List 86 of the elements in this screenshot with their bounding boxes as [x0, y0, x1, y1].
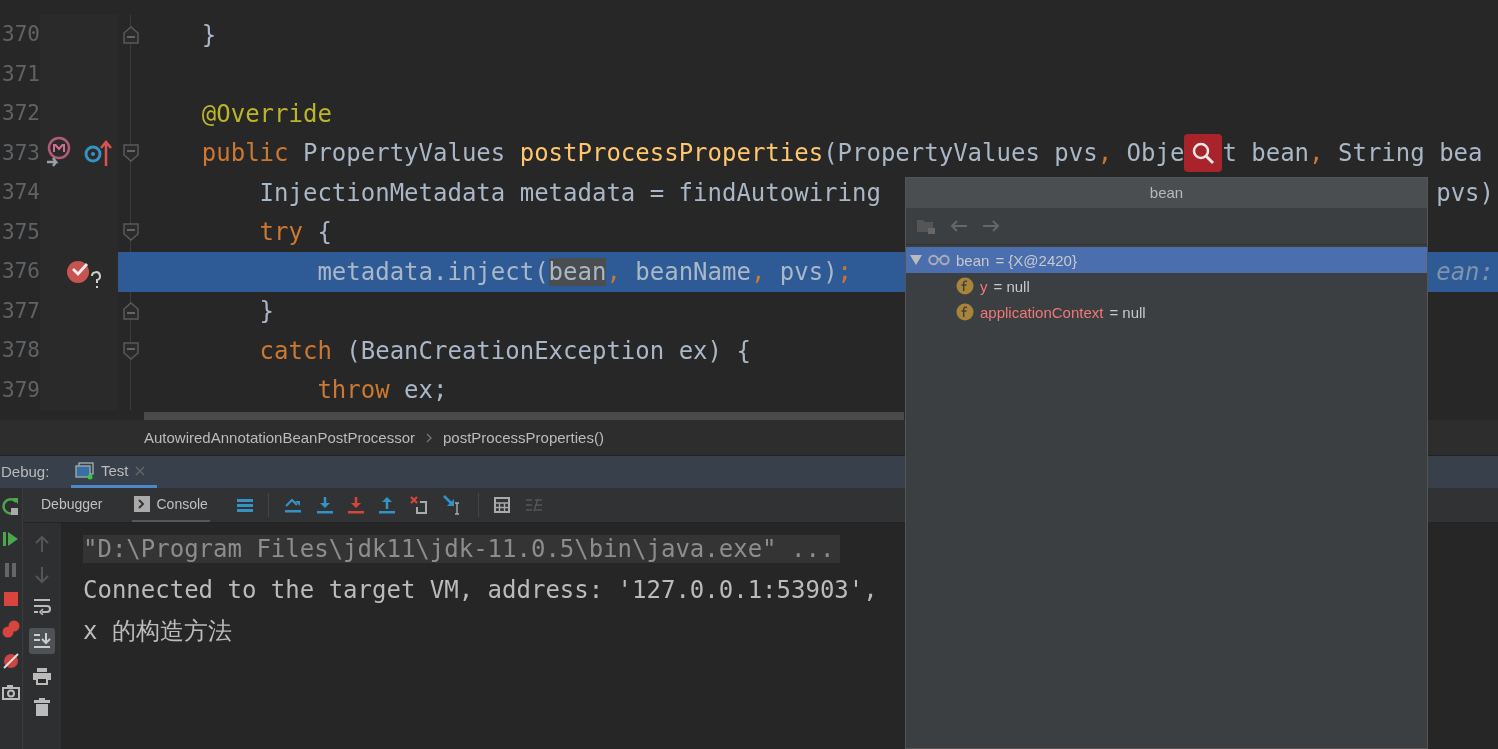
fold-marker-icon[interactable] [122, 24, 140, 45]
fold-marker-icon[interactable] [122, 143, 140, 164]
line-number: 377 [1, 297, 40, 325]
trash-icon[interactable] [34, 698, 50, 716]
line-number: 374 [1, 179, 40, 206]
line-number: 372 [1, 100, 40, 127]
menu-icon[interactable] [236, 498, 253, 512]
code-token: pvs) [1436, 178, 1494, 207]
breadcrumb-item[interactable]: postProcessProperties() [443, 429, 604, 446]
code-token: ; [837, 257, 853, 286]
code-token: beanName [634, 257, 751, 286]
code-token: , [606, 257, 621, 286]
code-token: try [258, 218, 303, 247]
console-line: x 的构造方法 [83, 615, 232, 647]
breakpoints-icon[interactable] [2, 620, 20, 638]
variable-name: y [980, 277, 988, 295]
console-icon [133, 496, 150, 512]
code-token: postProcessProperties [519, 139, 824, 168]
step-into-icon[interactable] [316, 496, 333, 514]
code-token: } [200, 20, 217, 49]
code-token: ean: [1436, 257, 1494, 286]
code-token: } [258, 297, 275, 326]
breadcrumb-item[interactable]: AutowiredAnnotationBeanPostProcessor [144, 429, 415, 446]
line-number: 379 [1, 376, 40, 404]
fold-marker-icon[interactable] [122, 340, 140, 361]
camera-icon[interactable] [2, 684, 20, 700]
glasses-icon [928, 254, 950, 266]
search-icon[interactable] [1184, 134, 1223, 173]
step-out-icon[interactable] [378, 496, 395, 514]
calculator-icon[interactable] [493, 497, 510, 513]
code-token: (PropertyValues pvs [823, 139, 1098, 168]
code-token: , [750, 257, 766, 286]
tree-row[interactable]: y = null [906, 273, 1427, 299]
mute-breakpoints-icon[interactable] [2, 652, 20, 670]
code-token: pvs) [778, 257, 838, 286]
chevron-icon [425, 431, 433, 444]
field-icon [956, 303, 974, 321]
code-token: metadata.inject( [316, 257, 549, 286]
variable-value: = null [993, 277, 1030, 295]
code-token: bean [548, 257, 607, 286]
code-token: t bean [1222, 139, 1310, 168]
horizontal-scrollbar[interactable] [144, 412, 904, 420]
rerun-icon[interactable] [2, 496, 20, 516]
line-number: 378 [1, 337, 40, 364]
fold-marker-icon[interactable] [122, 222, 140, 243]
code-token: public [200, 139, 289, 168]
line-number: 373 [1, 139, 40, 167]
code-token: InjectionMetadata metadata = findAutowiring [258, 178, 881, 207]
code-token: ex; [403, 376, 448, 405]
code-token: catch [258, 336, 332, 365]
variable-name: applicationContext [980, 303, 1104, 321]
resume-icon[interactable] [3, 530, 19, 548]
pause-icon[interactable] [4, 562, 18, 578]
expand-triangle-icon[interactable] [910, 254, 922, 266]
console-line: Connected to the target VM, address: '127.0.0.1:53903', [83, 575, 878, 604]
line-number: 375 [1, 218, 40, 246]
debugger-subtab[interactable]: Console [131, 488, 210, 522]
step-over-icon[interactable] [283, 497, 302, 513]
field-icon [956, 277, 974, 295]
implemented-method-icon[interactable] [83, 138, 113, 169]
code-token: , [1097, 139, 1113, 168]
variable-name: bean [956, 251, 990, 269]
line-number: 371 [1, 60, 40, 88]
code-token: , [1309, 139, 1324, 168]
code-token: { [316, 218, 332, 247]
code-token: Obje [1125, 139, 1185, 168]
variable-value: = {X@2420} [995, 251, 1077, 269]
code-token: @Override [200, 99, 332, 128]
console-window-icon [75, 461, 95, 480]
soft-wrap-icon[interactable] [33, 597, 51, 615]
code-token: String bea [1336, 139, 1483, 168]
line-number: 376 [1, 258, 40, 285]
code-token: throw [316, 376, 390, 405]
tree-row[interactable]: applicationContext = null [906, 299, 1427, 325]
debug-panel-label: Debug: [0, 462, 51, 482]
fold-marker-icon[interactable] [122, 301, 140, 322]
code-token: PropertyValues [301, 139, 507, 168]
line-number: 370 [1, 21, 40, 48]
popup-title: bean [906, 178, 1427, 208]
code-token: (BeanCreationException ex) { [345, 336, 751, 365]
debugger-subtab[interactable]: Debugger [39, 488, 105, 522]
drop-frame-icon[interactable] [409, 496, 428, 514]
scroll-to-end-icon[interactable] [29, 628, 55, 654]
variable-value: = null [1109, 303, 1146, 321]
force-step-into-icon[interactable] [347, 496, 364, 514]
print-icon[interactable] [32, 667, 52, 685]
